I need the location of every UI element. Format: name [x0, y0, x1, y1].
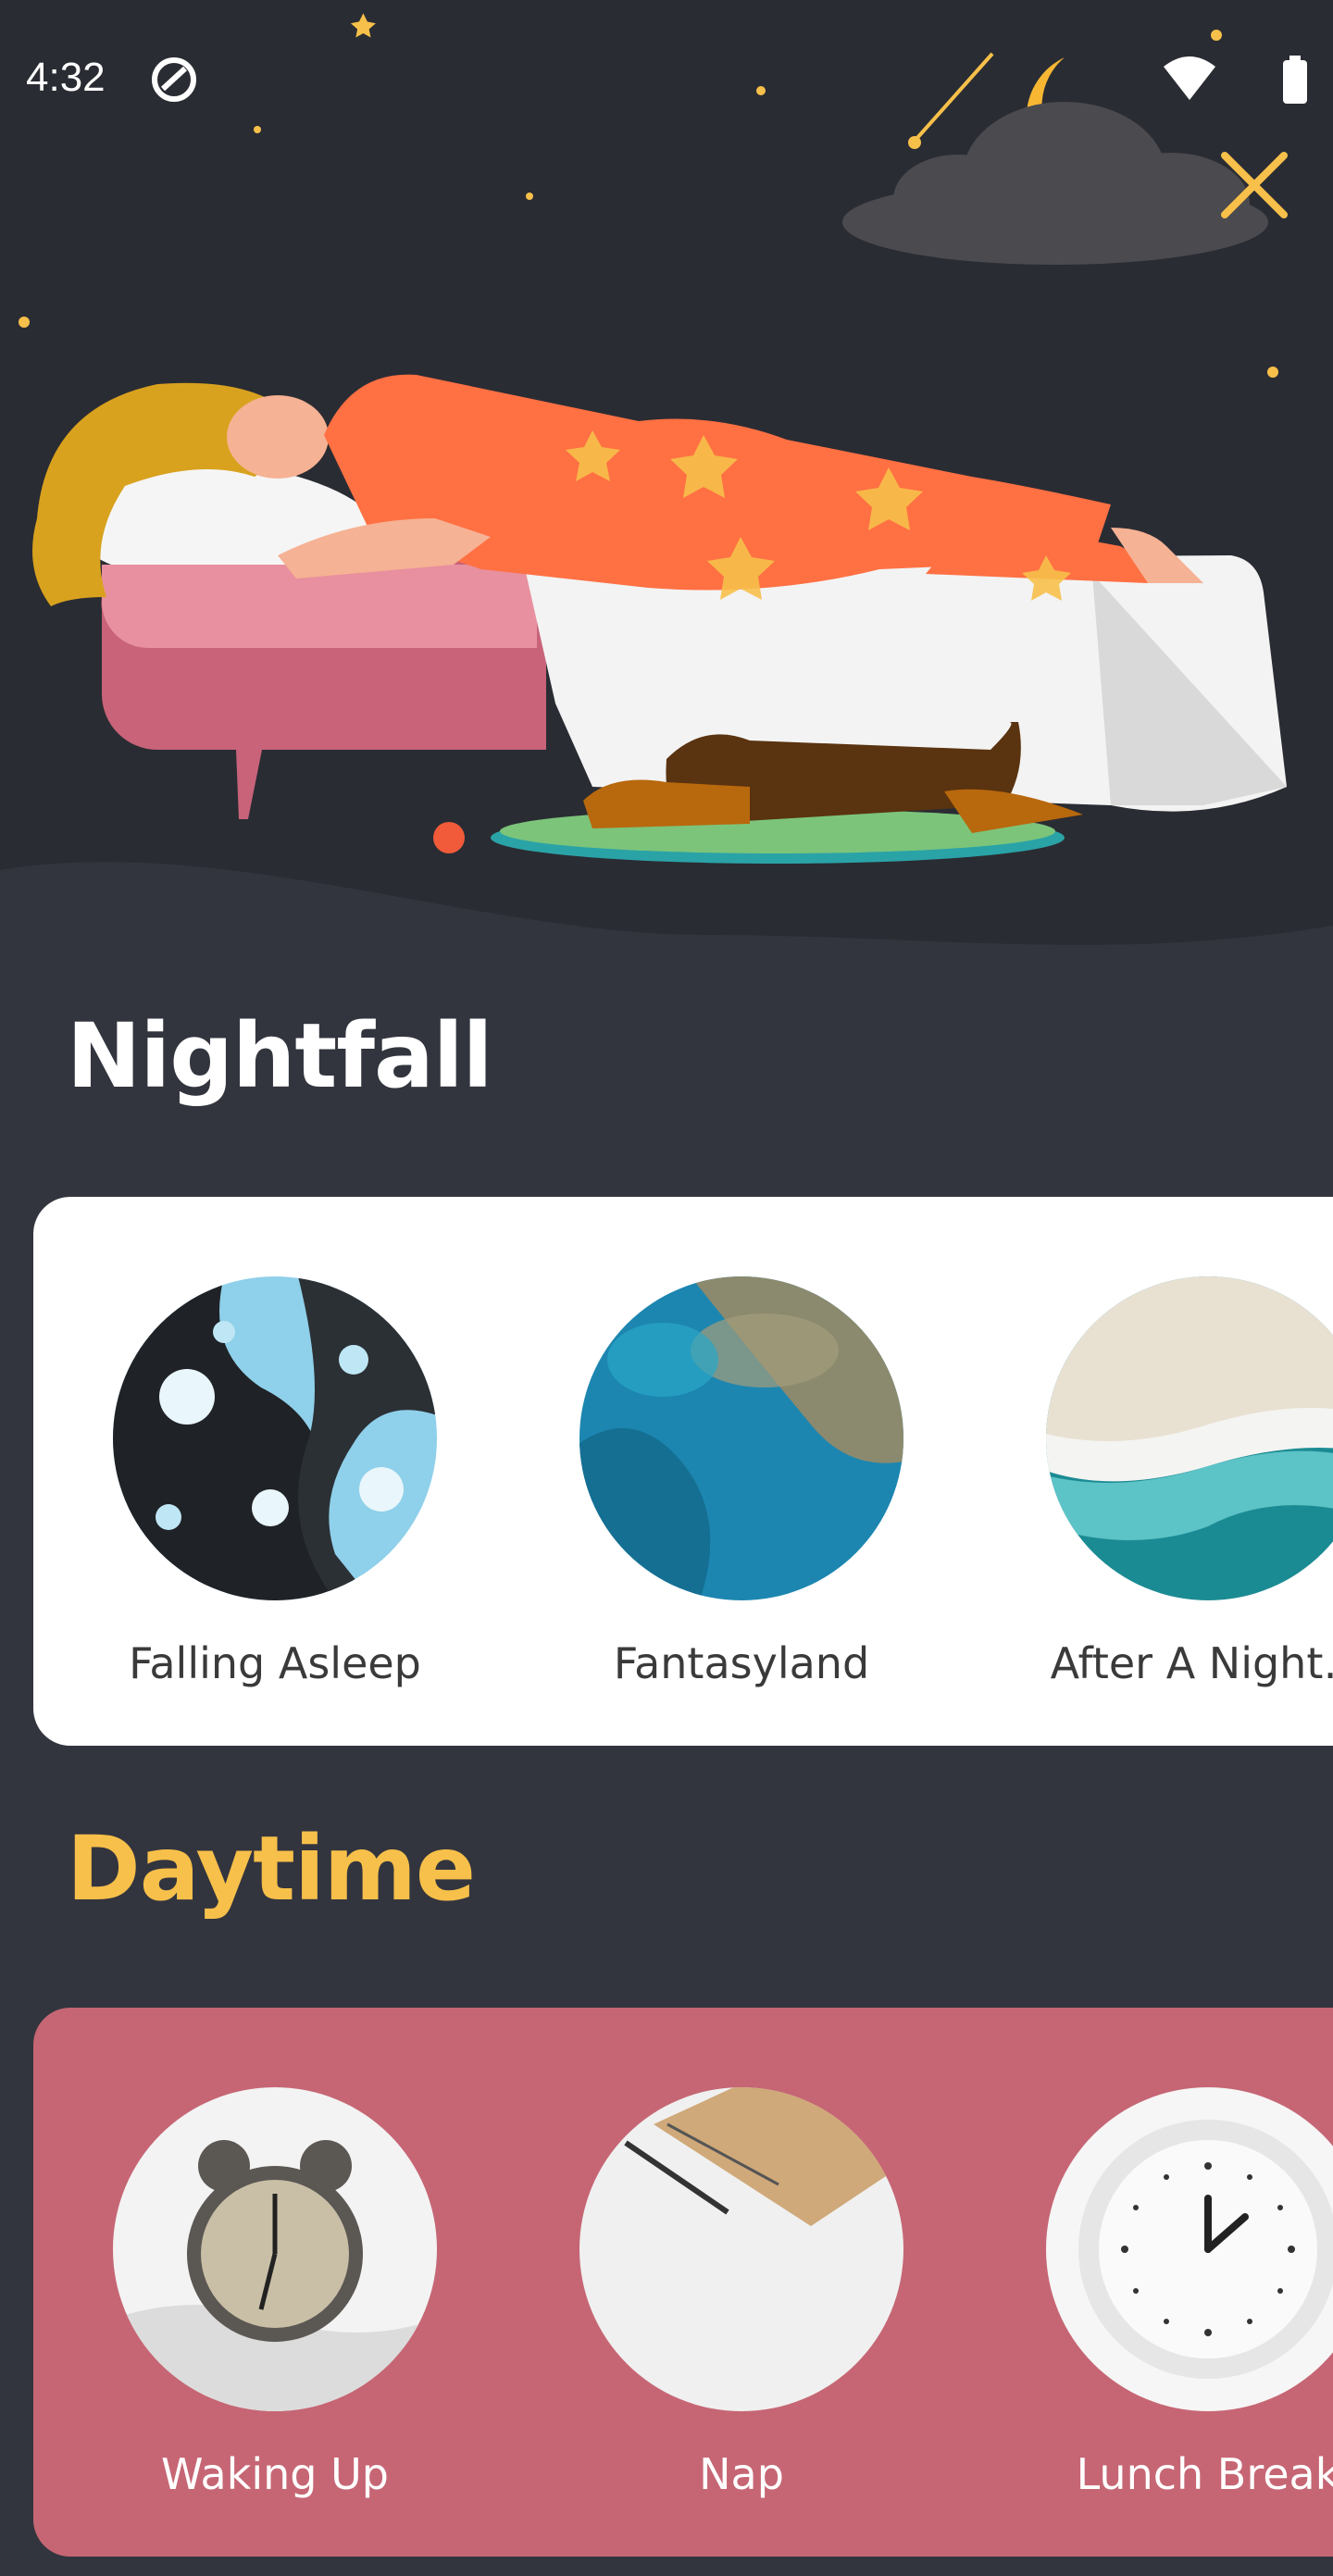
- tile-fantasyland[interactable]: Fantasyland: [547, 1276, 936, 1689]
- alarm-clock-image: [113, 2087, 437, 2411]
- daytime-card: Waking Up Nap Lunch Break: [33, 2008, 1333, 2557]
- battery-icon: [1283, 56, 1307, 104]
- section-title-nightfall: Nightfall: [67, 1004, 493, 1108]
- tile-label: Lunch Break: [1076, 2449, 1333, 2499]
- marble-blue-art-image: [113, 1276, 437, 1600]
- tile-nap[interactable]: Nap: [547, 2087, 936, 2500]
- tile-after-a-night[interactable]: After A Night…: [1014, 1276, 1333, 1689]
- wifi-icon: [1164, 56, 1215, 100]
- ocean-reef-aerial-image: [579, 1276, 903, 1600]
- beach-waves-aerial-image: [1046, 1276, 1333, 1600]
- nightfall-card: Falling Asleep Fantasyland After A Night…: [33, 1197, 1333, 1746]
- tile-label: Nap: [699, 2449, 784, 2499]
- sync-icon: [152, 57, 196, 102]
- status-bar: 4:32: [0, 0, 1333, 157]
- tile-lunch-break[interactable]: Lunch Break: [1014, 2087, 1333, 2500]
- tile-waking-up[interactable]: Waking Up: [81, 2087, 469, 2500]
- notebook-pen-image: [579, 2087, 903, 2411]
- close-icon[interactable]: [1208, 139, 1301, 231]
- tile-label: Fantasyland: [613, 1638, 870, 1688]
- tile-label: Waking Up: [161, 2449, 389, 2499]
- tile-label: Falling Asleep: [129, 1638, 421, 1688]
- tile-label: After A Night…: [1050, 1638, 1333, 1688]
- section-title-daytime: Daytime: [67, 1817, 476, 1921]
- tile-falling-asleep[interactable]: Falling Asleep: [81, 1276, 469, 1689]
- status-time: 4:32: [26, 55, 106, 100]
- lunch-time-clock-image: [1046, 2087, 1333, 2411]
